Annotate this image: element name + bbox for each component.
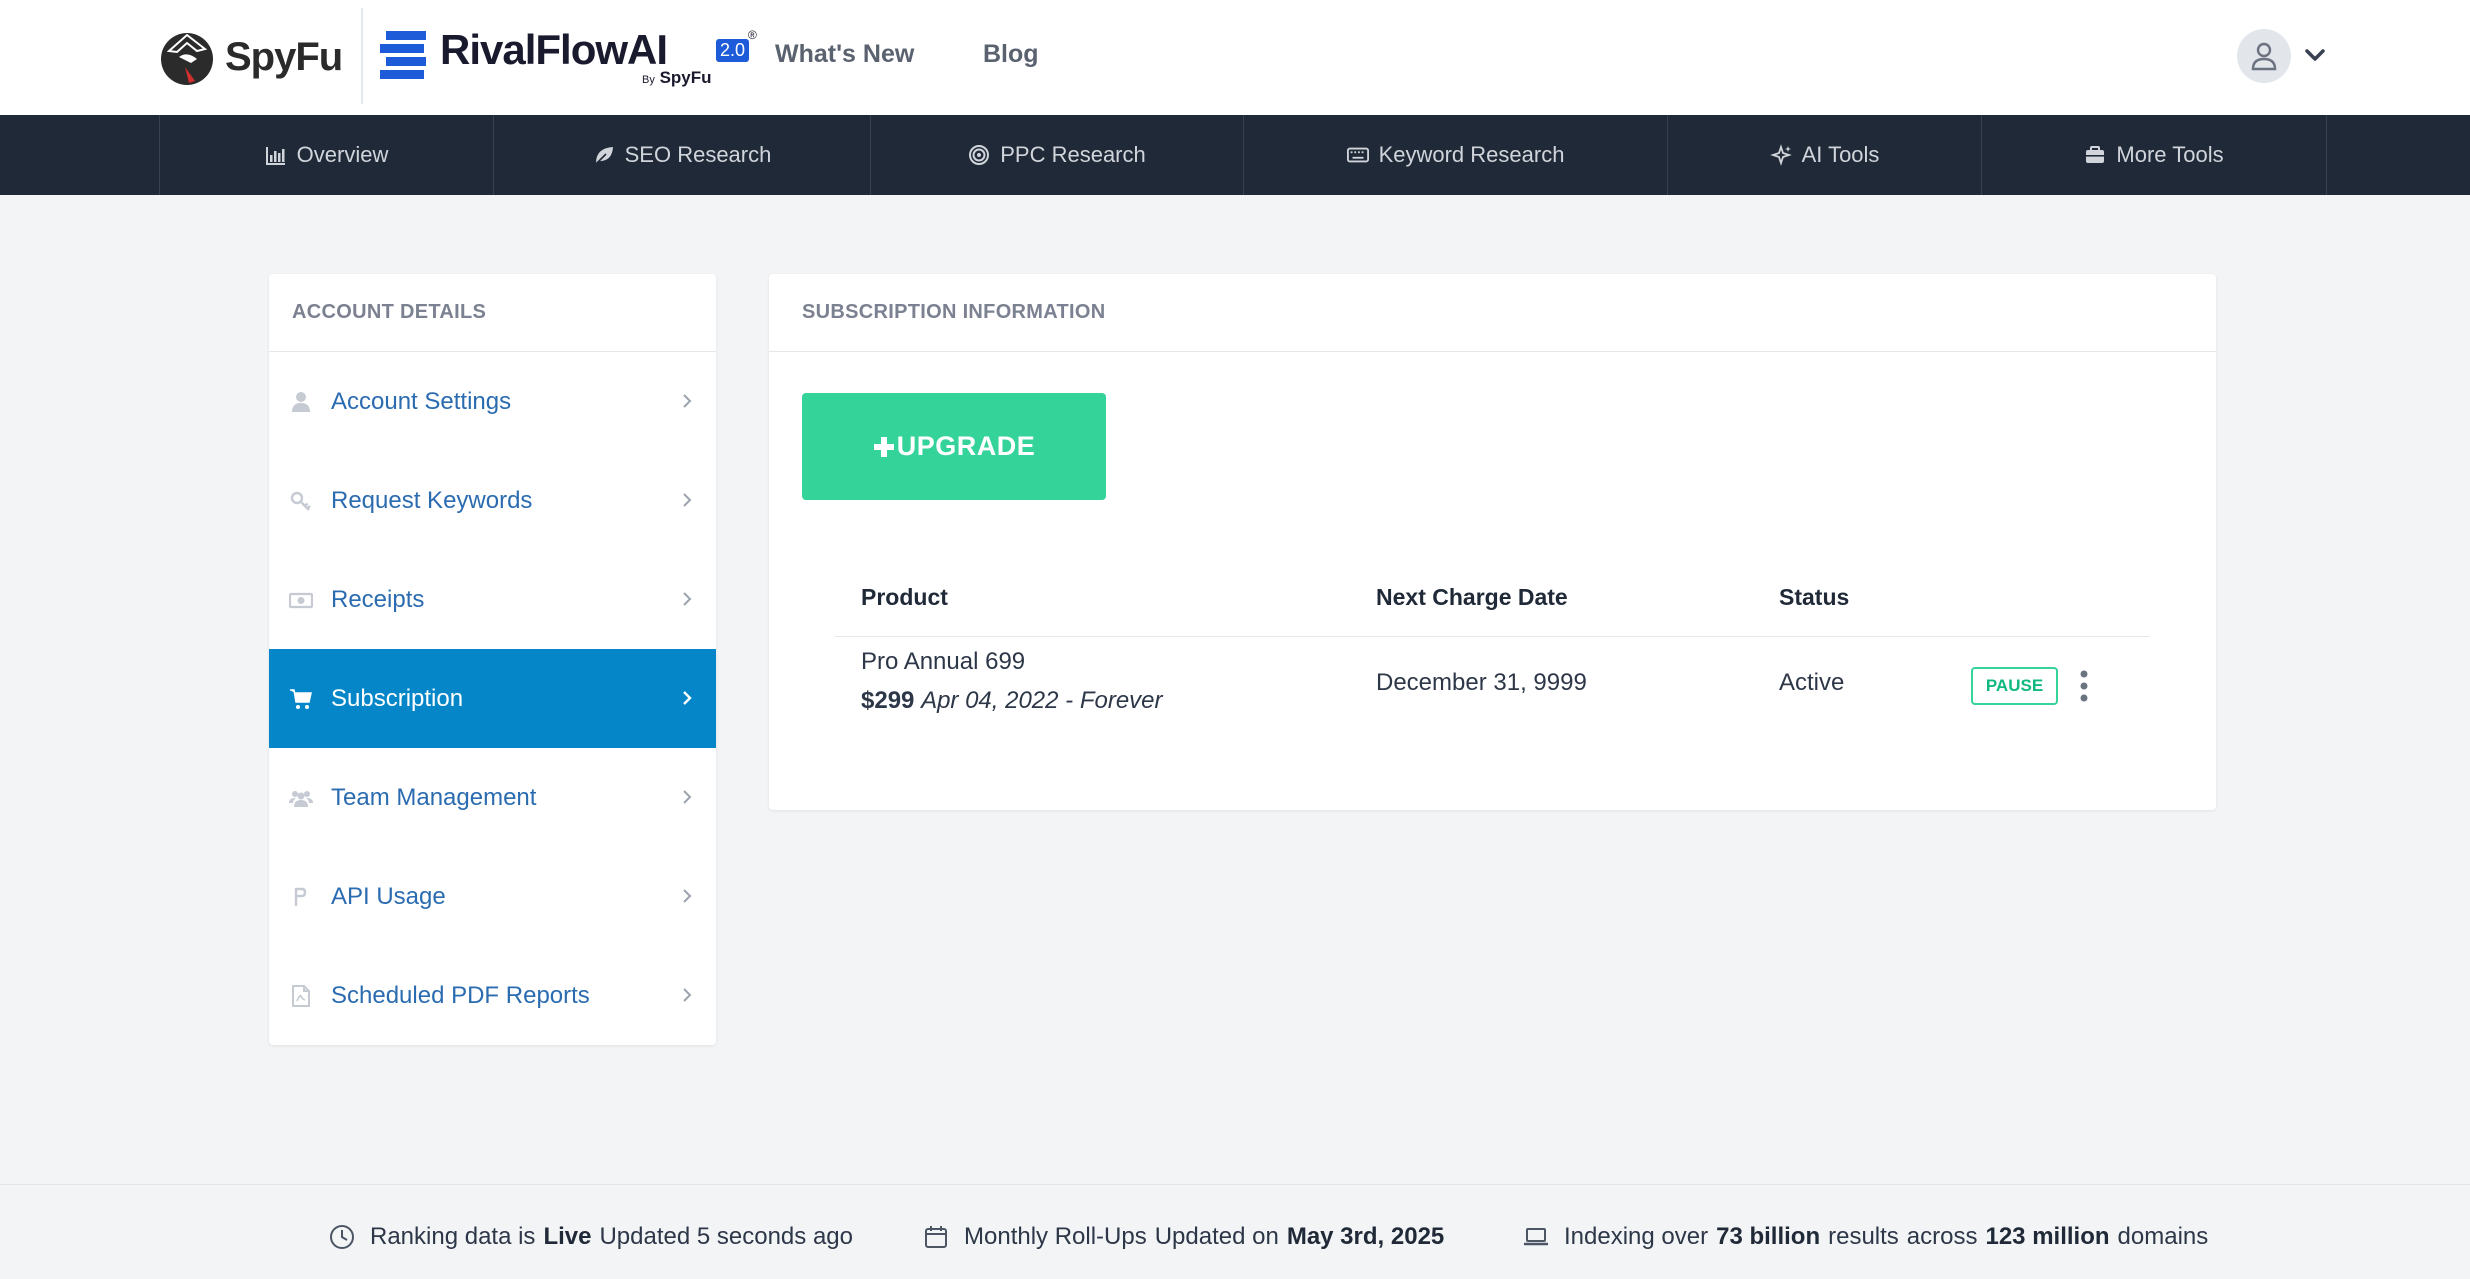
product-name: Pro Annual 699	[861, 648, 1026, 675]
sidebar-item-label: Subscription	[331, 684, 464, 712]
nav-label: SEO Research	[624, 142, 772, 167]
rollups-status: Monthly Roll-Ups Updated on May 3rd, 202…	[922, 1223, 1444, 1251]
nav-ppc-research[interactable]: PPC Research	[870, 115, 1243, 195]
cart-icon	[290, 688, 312, 709]
brand-divider	[361, 8, 363, 104]
subscription-information-title: SUBSCRIPTION INFORMATION	[769, 274, 2216, 352]
ranking-status: Ranking data is Live Updated 5 seconds a…	[328, 1223, 853, 1251]
main-nav: Overview SEO Research PPC Research Keywo…	[0, 115, 2470, 195]
table-row: Pro Annual 699 $299 Apr 04, 2022 - Forev…	[835, 637, 2150, 737]
api-icon	[294, 887, 307, 906]
top-header: SpyFu RivalFlowAI 2.0 ® By SpyFu What's …	[0, 0, 2470, 115]
column-header-status: Status	[1779, 584, 1850, 610]
subscription-table: Product Next Charge Date Status Pro Annu…	[835, 574, 2150, 737]
upgrade-button[interactable]: UPGRADE	[802, 393, 1106, 500]
avatar[interactable]	[2237, 29, 2291, 83]
rivalflow-stripes-icon	[380, 31, 426, 79]
nav-more-tools[interactable]: More Tools	[1981, 115, 2327, 195]
product-period: Apr 04, 2022 - Forever	[921, 687, 1163, 714]
plus-icon	[873, 436, 894, 457]
bar-chart-icon	[265, 147, 285, 165]
briefcase-icon	[2086, 146, 2105, 163]
rivalflow-logo[interactable]: RivalFlowAI 2.0 ® By SpyFu	[378, 20, 757, 90]
chevron-right-icon	[683, 889, 692, 903]
sidebar-item-label: Scheduled PDF Reports	[331, 981, 590, 1009]
user-icon	[292, 391, 310, 412]
product-price: $299	[861, 687, 915, 714]
nav-keyword-research[interactable]: Keyword Research	[1243, 115, 1667, 195]
rivalflow-wordmark: RivalFlowAI	[440, 26, 668, 73]
version-badge: 2.0	[716, 39, 750, 62]
subscription-information-card: SUBSCRIPTION INFORMATION UPGRADE Product…	[769, 274, 2216, 810]
sidebar-item-team-management[interactable]: Team Management	[269, 748, 716, 847]
product-price-period: $299 Apr 04, 2022 - Forever	[861, 687, 1163, 715]
sidebar-item-scheduled-pdf-reports[interactable]: Scheduled PDF Reports	[269, 946, 716, 1045]
sidebar-item-label: Account Settings	[331, 387, 512, 415]
chevron-right-icon	[683, 592, 692, 606]
pause-button[interactable]: PAUSE	[1971, 667, 2058, 705]
table-header-row: Product Next Charge Date Status	[835, 574, 2150, 637]
status-footer: Ranking data is Live Updated 5 seconds a…	[0, 1184, 2470, 1279]
blog-link[interactable]: Blog	[983, 40, 1039, 69]
sparkle-icon	[1769, 144, 1792, 166]
sidebar-item-api-usage[interactable]: API Usage	[269, 847, 716, 946]
sidebar-item-label: Receipts	[331, 585, 425, 613]
key-icon	[290, 491, 311, 511]
laptop-icon	[1524, 1228, 1548, 1246]
spyfu-wordmark: SpyFu	[225, 34, 343, 79]
chevron-down-icon[interactable]	[2303, 43, 2327, 67]
indexing-status: Indexing over 73 billion results across …	[1522, 1223, 2208, 1251]
chevron-right-icon	[683, 394, 692, 408]
sidebar-item-label: API Usage	[331, 882, 446, 910]
sidebar-item-subscription[interactable]: Subscription	[269, 649, 716, 748]
clock-icon	[330, 1225, 354, 1249]
chevron-right-icon	[683, 493, 692, 507]
more-options-icon[interactable]	[2069, 666, 2099, 706]
money-icon	[289, 592, 313, 608]
nav-ai-tools[interactable]: AI Tools	[1667, 115, 1981, 195]
next-charge-date: December 31, 9999	[1376, 669, 1587, 696]
leaf-icon	[595, 147, 613, 165]
account-details-title: ACCOUNT DETAILS	[269, 274, 716, 352]
account-details-card: ACCOUNT DETAILS Account Settings Request…	[269, 274, 716, 1045]
chevron-right-icon	[683, 790, 692, 804]
nav-label: More Tools	[2116, 142, 2224, 167]
nav-label: PPC Research	[1000, 142, 1146, 167]
spyfu-spy-icon	[161, 33, 213, 85]
nav-overview[interactable]: Overview	[159, 115, 493, 195]
sidebar-item-account-settings[interactable]: Account Settings	[269, 352, 716, 451]
keyboard-icon	[1346, 147, 1369, 163]
nav-seo-research[interactable]: SEO Research	[493, 115, 870, 195]
whats-new-link[interactable]: What's New	[775, 40, 914, 69]
upgrade-label: UPGRADE	[896, 431, 1036, 461]
nav-label: AI Tools	[1801, 142, 1880, 167]
sidebar-item-receipts[interactable]: Receipts	[269, 550, 716, 649]
ranking-live: Live	[543, 1223, 592, 1250]
sidebar-item-label: Team Management	[331, 783, 537, 811]
target-icon	[969, 145, 990, 165]
status-value: Active	[1779, 669, 1845, 696]
users-icon	[289, 790, 313, 807]
spyfu-logo[interactable]: SpyFu	[157, 26, 343, 88]
sidebar-item-request-keywords[interactable]: Request Keywords	[269, 451, 716, 550]
chevron-right-icon	[683, 691, 692, 705]
pdf-icon	[292, 984, 310, 1007]
calendar-icon	[925, 1226, 947, 1248]
sidebar-item-label: Request Keywords	[331, 486, 533, 514]
chevron-right-icon	[683, 988, 692, 1002]
nav-label: Keyword Research	[1378, 142, 1565, 167]
registered-mark: ®	[748, 28, 757, 42]
nav-label: Overview	[296, 142, 389, 167]
column-header-product: Product	[861, 584, 948, 610]
by-spyfu-label: By SpyFu	[642, 68, 712, 87]
user-avatar-icon	[2251, 42, 2277, 71]
column-header-next-charge-date: Next Charge Date	[1376, 584, 1568, 610]
rollups-date: May 3rd, 2025	[1286, 1223, 1445, 1250]
